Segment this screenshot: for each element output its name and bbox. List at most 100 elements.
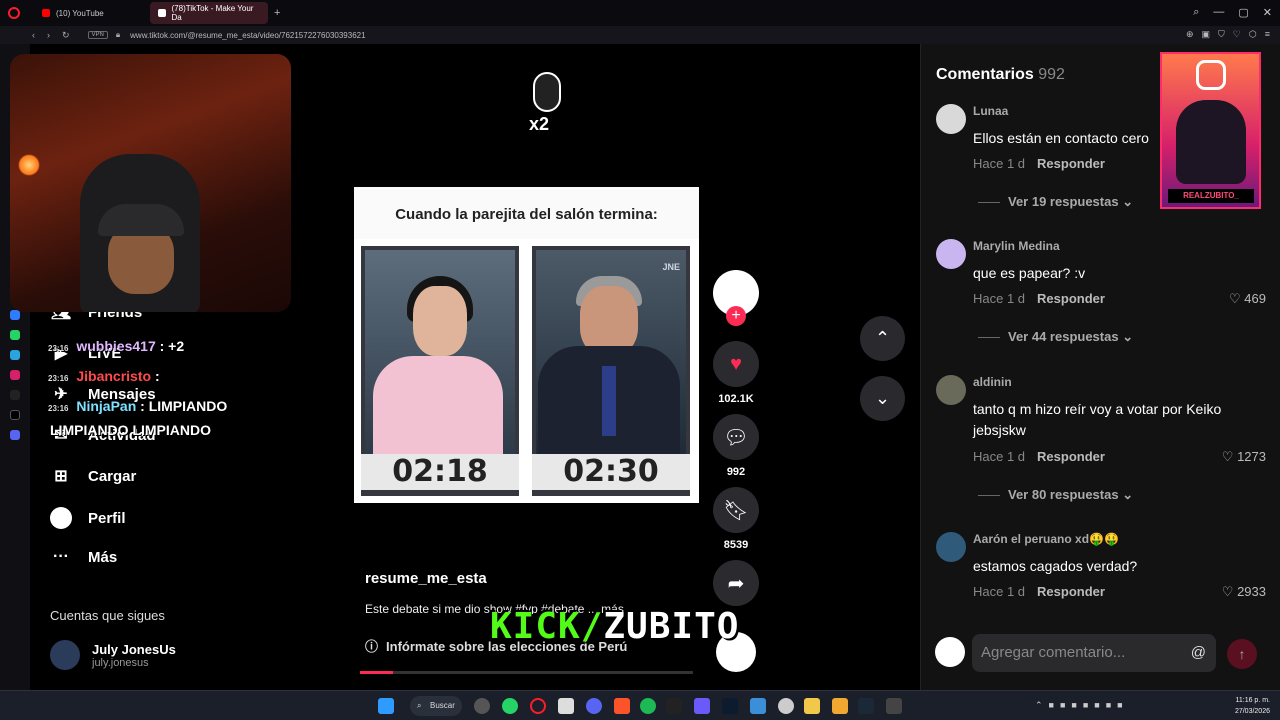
app-icon[interactable] (832, 698, 848, 714)
author-avatar-button[interactable]: + (713, 270, 759, 326)
spotify-icon[interactable] (640, 698, 656, 714)
tiktok-icon[interactable] (10, 390, 20, 400)
minimize-icon[interactable]: — (1213, 6, 1224, 19)
steam-icon[interactable] (778, 698, 794, 714)
tray-app-icon[interactable]: ■ (1071, 700, 1082, 710)
comment-like-button[interactable]: ♡ 2933 (1222, 584, 1266, 600)
comment-icon: 💬︎ (713, 414, 759, 460)
vpn-badge[interactable]: VPN (87, 31, 108, 39)
windows-start-icon[interactable] (378, 698, 394, 714)
photos-icon[interactable] (750, 698, 766, 714)
obs-icon[interactable] (886, 698, 902, 714)
comment-user[interactable]: Lunaa (973, 104, 1008, 118)
comment-like-count: 2933 (1237, 584, 1266, 599)
tab-tiktok[interactable]: (78)TikTok - Make Your Da (150, 2, 268, 24)
comment-user[interactable]: Marylin Medina (973, 239, 1060, 253)
previous-video-button[interactable]: ⌃ (860, 316, 905, 361)
chat-time: 23:16 (48, 374, 69, 383)
video-player[interactable]: Cuando la parejita del salón termina: 02… (354, 187, 699, 503)
streamer-cap (98, 204, 184, 236)
comment-user[interactable]: aldinin (973, 375, 1012, 389)
messenger-icon[interactable] (10, 310, 20, 320)
steam-client-icon[interactable] (858, 698, 874, 714)
nav-upload[interactable]: ⊞ Cargar (50, 466, 136, 486)
next-video-button[interactable]: ⌄ (860, 376, 905, 421)
tray-app-icon[interactable]: ■ (1083, 700, 1094, 710)
tray-chevron-icon[interactable]: ⌃ (1035, 700, 1049, 710)
taskbar-search[interactable]: ⌕ Buscar (410, 696, 462, 716)
save-button[interactable]: 🔖︎ 8539 (713, 487, 759, 551)
tab-youtube[interactable]: (10) YouTube (34, 2, 146, 24)
view-replies-label: Ver 80 respuestas (1008, 487, 1119, 502)
back-icon[interactable]: ‹ (32, 30, 35, 41)
tray-app-icon[interactable]: ■ (1060, 700, 1071, 710)
reload-icon[interactable]: ↻ (62, 30, 70, 41)
search-tabs-icon[interactable]: ⌕ (1193, 6, 1199, 19)
avatar[interactable] (936, 532, 966, 562)
streamer-webcam (10, 54, 291, 312)
folder-icon[interactable] (804, 698, 820, 714)
view-replies-button[interactable]: Ver 19 respuestas ⌄ (978, 194, 1133, 210)
nav-more[interactable]: ··· Más (50, 548, 117, 566)
whatsapp-icon[interactable] (10, 330, 20, 340)
opera-logo-icon[interactable] (8, 7, 20, 19)
discord-icon[interactable] (10, 430, 20, 440)
comment-button[interactable]: 💬︎ 992 (713, 414, 759, 478)
bookmark-icon[interactable]: ♡ (1233, 29, 1241, 40)
nav-profile[interactable]: Perfil (50, 507, 126, 529)
new-tab-button[interactable]: + (274, 7, 280, 19)
follow-plus-icon[interactable]: + (726, 306, 746, 326)
comment-like-button[interactable]: ♡ 469 (1229, 291, 1266, 307)
whatsapp-icon[interactable] (502, 698, 518, 714)
taskview-icon[interactable] (474, 698, 490, 714)
comment-text: tanto q m hizo reír voy a votar por Keik… (973, 401, 1222, 438)
extensions-icon[interactable]: ⬡ (1249, 29, 1257, 40)
tray-app-icon[interactable]: ■ (1117, 700, 1128, 710)
video-author[interactable]: resume_me_esta (365, 570, 487, 587)
following-account[interactable]: July JonesUs july.jonesus (50, 640, 176, 670)
snapshot-icon[interactable]: ▣ (1202, 29, 1211, 40)
zoom-icon[interactable]: ⊕ (1186, 29, 1194, 40)
comment-like-button[interactable]: ♡ 1273 (1222, 449, 1266, 465)
close-icon[interactable]: ✕ (1263, 6, 1272, 19)
x-icon[interactable] (10, 410, 20, 420)
like-button[interactable]: ♥ 102.1K (713, 341, 759, 405)
reply-button[interactable]: Responder (1037, 584, 1105, 599)
avatar[interactable] (936, 239, 966, 269)
brave-icon[interactable] (614, 698, 630, 714)
avatar[interactable] (936, 375, 966, 405)
discord-icon[interactable] (586, 698, 602, 714)
reply-button[interactable]: Responder (1037, 449, 1105, 464)
send-comment-button[interactable]: ↑ (1227, 639, 1257, 669)
comment-time: Hace 1 d (973, 449, 1026, 464)
video-progress-fill (360, 671, 394, 674)
maximize-icon[interactable]: ▢ (1238, 6, 1248, 19)
video-progress-bar[interactable] (360, 671, 693, 674)
kick-icon[interactable] (666, 698, 682, 714)
tray-app-icon[interactable]: ■ (1106, 700, 1117, 710)
forward-icon[interactable]: › (47, 30, 50, 41)
mention-icon[interactable]: @ (1191, 634, 1206, 672)
telegram-icon[interactable] (10, 350, 20, 360)
view-replies-button[interactable]: Ver 80 respuestas ⌄ (978, 487, 1133, 503)
opera-icon[interactable] (530, 698, 546, 714)
profile-icon (50, 507, 72, 529)
instagram-icon[interactable] (10, 370, 20, 380)
tray-app-icon[interactable]: ■ (1049, 700, 1060, 710)
view-replies-button[interactable]: Ver 44 respuestas ⌄ (978, 329, 1133, 345)
reply-button[interactable]: Responder (1037, 291, 1105, 306)
terminal-icon[interactable] (722, 698, 738, 714)
avatar[interactable] (936, 104, 966, 134)
grid-app-icon[interactable] (694, 698, 710, 714)
comment-user[interactable]: Aarón el peruano xd🤑🤑 (973, 532, 1119, 546)
url-field[interactable]: www.tiktok.com/@resume_me_esta/video/762… (130, 31, 365, 40)
shield-icon[interactable]: ⛉ (1218, 29, 1225, 40)
reply-button[interactable]: Responder (1037, 156, 1105, 171)
taskbar-clock[interactable]: 11:16 p. m. 27/03/2026 (1235, 695, 1270, 717)
tray-app-icon[interactable]: ■ (1094, 700, 1105, 710)
menu-icon[interactable]: ≡ (1265, 29, 1270, 40)
calculator-icon[interactable] (558, 698, 574, 714)
share-button[interactable]: ➦ (713, 560, 759, 606)
comments-count: 992 (1038, 66, 1065, 83)
comment-input[interactable]: Agregar comentario... @ (972, 634, 1216, 672)
